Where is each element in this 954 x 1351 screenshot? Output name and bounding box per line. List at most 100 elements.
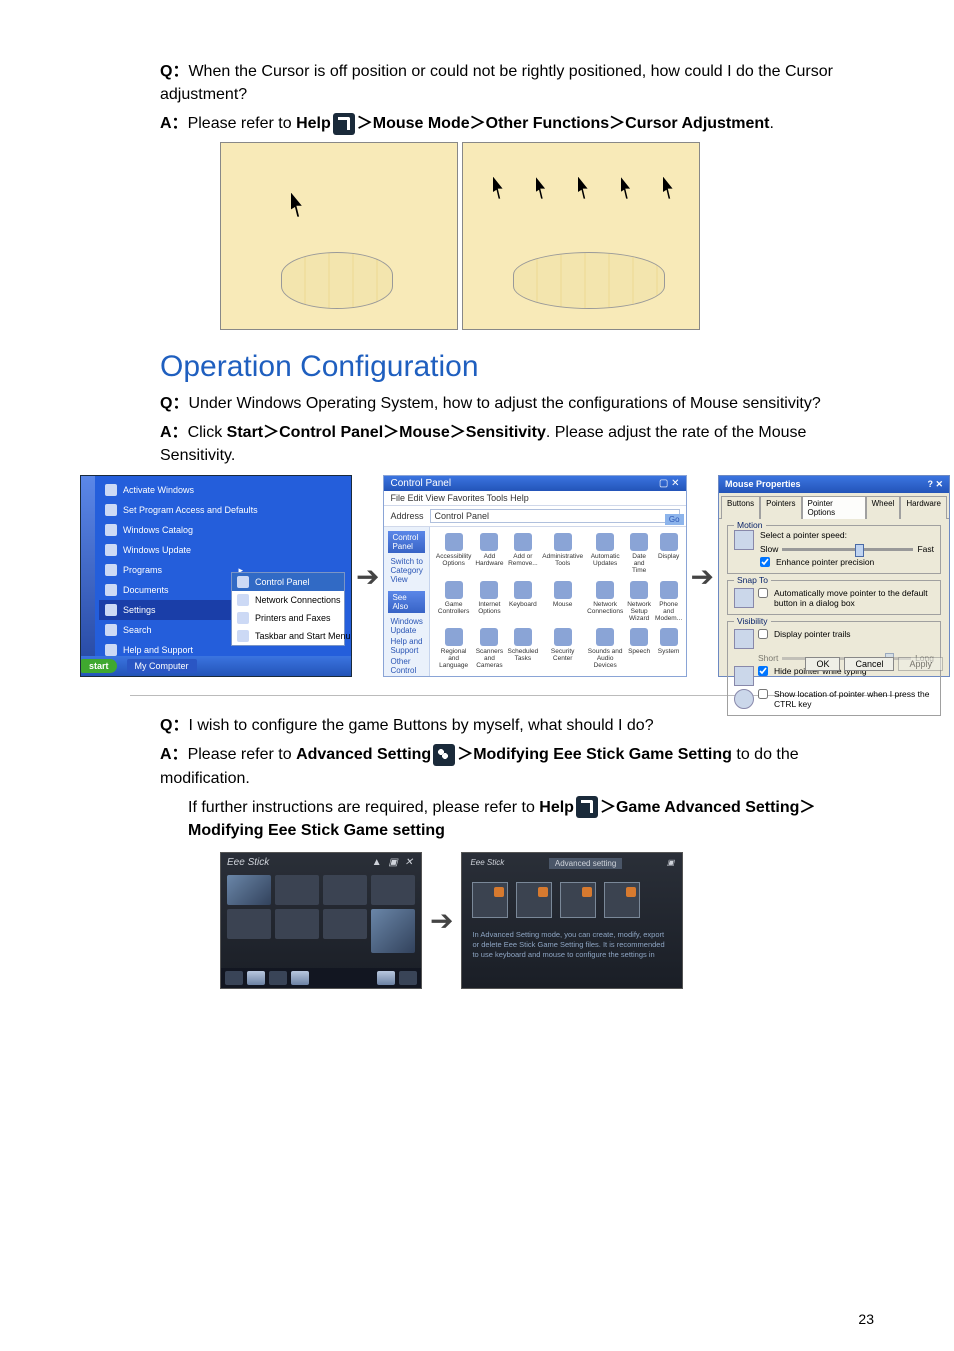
enhance-precision-checkbox[interactable] [760, 557, 770, 567]
cp-icon[interactable]: Scheduled Tasks [508, 628, 539, 677]
submenu-item[interactable]: Network Connections [232, 591, 344, 609]
cancel-button[interactable]: Cancel [844, 657, 894, 671]
cp-side-link[interactable]: Switch to Category View [388, 556, 424, 585]
ctrl-locate-checkbox[interactable] [758, 689, 768, 699]
dialog-tab[interactable]: Wheel [866, 496, 901, 519]
menu-item-label: Programs [123, 565, 162, 575]
apply-button: Apply [898, 657, 943, 671]
taskbar-item[interactable]: My Computer [127, 659, 197, 673]
mouse-properties-shot: Mouse Properties ? ✕ ButtonsPointersPoin… [718, 475, 950, 677]
snapto-checkbox[interactable] [758, 588, 768, 598]
cp-side-link[interactable]: Help and Support [388, 636, 424, 656]
cursor-adjust-screenshots [220, 142, 874, 330]
window-controls-icon[interactable]: ▢ ✕ [659, 478, 680, 489]
start-button[interactable]: start [81, 659, 117, 673]
cp-icon[interactable]: Sounds and Audio Devices [587, 628, 623, 677]
cp-icon[interactable]: Network Connections [587, 581, 623, 622]
dialog-tab[interactable]: Pointers [760, 496, 801, 519]
cp-icon[interactable]: Accessibility Options [436, 533, 471, 574]
footer-icon[interactable] [377, 971, 395, 985]
cp-side-header: Control Panel [388, 531, 424, 553]
start-menu-item[interactable]: Programs▸ [99, 560, 249, 580]
visibility-legend: Visibility [734, 616, 771, 626]
start-menu-item[interactable]: Search▸ [99, 620, 249, 640]
submenu-item[interactable]: Taskbar and Start Menu [232, 627, 344, 645]
start-menu-strip [81, 476, 95, 656]
submenu-item[interactable]: Control Panel [232, 573, 344, 591]
start-menu-item[interactable]: Windows Catalog [99, 520, 249, 540]
cp-icon[interactable]: Internet Options [475, 581, 503, 622]
start-menu-item[interactable]: Activate Windows [99, 480, 249, 500]
ok-button[interactable]: OK [805, 657, 840, 671]
game-thumb[interactable] [275, 875, 319, 905]
game-thumb[interactable] [323, 909, 367, 939]
start-menu-item[interactable]: Documents▸ [99, 580, 249, 600]
menu-item-icon [105, 524, 117, 536]
dialog-sysbuttons-icon[interactable]: ? ✕ [927, 479, 943, 490]
trails-checkbox[interactable] [758, 629, 768, 639]
footer-icon[interactable] [291, 971, 309, 985]
cp-item-icon [514, 533, 532, 551]
stick-slot[interactable] [604, 882, 640, 918]
footer-icon[interactable] [247, 971, 265, 985]
start-menu-item[interactable]: Settings▸ [99, 600, 249, 620]
speed-slider[interactable]: Slow Fast [760, 544, 934, 554]
cp-item-label: Scheduled Tasks [508, 648, 539, 662]
game-thumb[interactable] [227, 875, 271, 905]
footer-icon[interactable] [269, 971, 287, 985]
game-thumb-large[interactable] [371, 909, 415, 953]
menu-item-icon [237, 612, 249, 624]
cp-item-label: Keyboard [508, 601, 539, 608]
cp-icon[interactable]: Add or Remove... [508, 533, 539, 574]
cp-item-icon [660, 581, 678, 599]
dialog-tab[interactable]: Buttons [721, 496, 760, 519]
game-thumb[interactable] [323, 875, 367, 905]
cp-icon[interactable]: Security Center [542, 628, 583, 677]
cp-icon[interactable]: Network Setup Wizard [627, 581, 651, 622]
submenu-item[interactable]: Printers and Faxes [232, 609, 344, 627]
cp-icon[interactable]: Game Controllers [436, 581, 471, 622]
window-menu[interactable]: File Edit View Favorites Tools Help [384, 491, 685, 506]
cp-icon[interactable]: Display [655, 533, 682, 574]
start-menu-item[interactable]: Set Program Access and Defaults [99, 500, 249, 520]
cp-icon[interactable]: Date and Time [627, 533, 651, 574]
game-setting-screenshots: Eee Stick ▲ ▣ ✕ ➔ [220, 852, 874, 989]
cp-side-link[interactable]: Windows Update [388, 616, 424, 636]
go-button[interactable]: Go [665, 514, 684, 525]
menu-item-icon [237, 576, 249, 588]
cp-icon[interactable]: Mouse [542, 581, 583, 622]
cp-item-label: Automatic Updates [587, 553, 623, 567]
arrow-icon: ➔ [430, 904, 453, 937]
cp-icon[interactable]: Scanners and Cameras [475, 628, 503, 677]
cp-icon[interactable]: Phone and Modem... [655, 581, 682, 622]
game-thumb[interactable] [371, 875, 415, 905]
start-menu-item[interactable]: Windows Update [99, 540, 249, 560]
cp-side-link[interactable]: Other Control Panel Options [388, 656, 424, 677]
footer-icon[interactable] [399, 971, 417, 985]
game-thumb[interactable] [275, 909, 319, 939]
cp-icon[interactable]: Add Hardware [475, 533, 503, 574]
cp-icon[interactable]: System [655, 628, 682, 677]
cp-icon[interactable]: Regional and Language [436, 628, 471, 677]
cp-item-icon [445, 628, 463, 646]
app-footer [221, 968, 421, 988]
menu-item-label: Set Program Access and Defaults [123, 505, 258, 515]
advanced-setting-tab[interactable]: Advanced setting [549, 858, 622, 869]
cp-item-label: Internet Options [475, 601, 503, 615]
stick-slot[interactable] [516, 882, 552, 918]
game-thumb[interactable] [227, 909, 271, 939]
cp-icon[interactable]: Speech [627, 628, 651, 677]
window-buttons-icon[interactable]: ▲ ▣ ✕ [372, 857, 415, 868]
dialog-tab[interactable]: Hardware [900, 496, 947, 519]
stick-slot[interactable] [472, 882, 508, 918]
stick-slot[interactable] [560, 882, 596, 918]
cp-icon[interactable]: Administrative Tools [542, 533, 583, 574]
cursor-before-shot [220, 142, 458, 330]
cp-icon[interactable]: Keyboard [508, 581, 539, 622]
cp-icon[interactable]: Automatic Updates [587, 533, 623, 574]
address-value[interactable]: Control Panel [430, 509, 680, 523]
footer-icon[interactable] [225, 971, 243, 985]
close-icon[interactable]: ▣ [667, 858, 675, 869]
hide-pointer-checkbox[interactable] [758, 666, 768, 676]
dialog-tab[interactable]: Pointer Options [802, 496, 866, 519]
